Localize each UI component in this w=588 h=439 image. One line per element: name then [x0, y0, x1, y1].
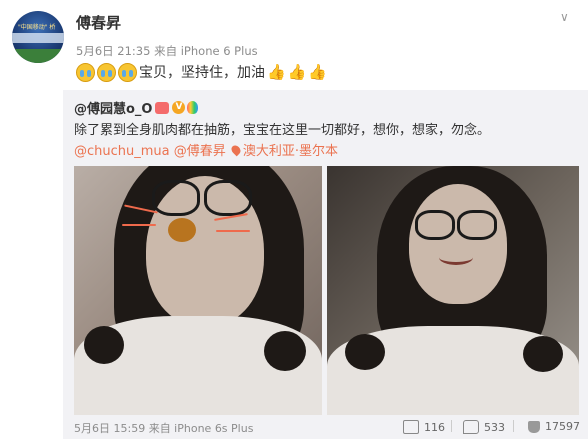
whisker	[122, 224, 156, 226]
thumbs-up-emoji-icon: 👍	[267, 63, 286, 81]
location-text: 澳大利亚·墨尔本	[242, 144, 339, 159]
like-icon	[528, 420, 540, 433]
author-name[interactable]: 傅春昇	[76, 12, 121, 33]
avatar-ground	[12, 49, 64, 63]
post-text-content: 宝贝，坚持住，加油	[139, 65, 265, 81]
repost-author[interactable]: @傅园慧o_O	[74, 98, 152, 117]
like-action[interactable]: 17597	[528, 420, 580, 433]
glasses	[457, 210, 497, 240]
verified-badge-icon: V	[172, 101, 186, 114]
thumbs-up-emoji-icon: 👍	[287, 63, 307, 81]
comment-icon	[463, 420, 479, 434]
repost-author-row: @傅园慧o_O V	[74, 98, 199, 117]
post-text: 宝贝，坚持住，加油 👍 👍 👍	[76, 62, 327, 82]
action-separator	[503, 420, 524, 432]
repost-icon	[403, 420, 419, 434]
repost-text: 除了累到全身肌肉都在抽筋，宝宝在这里一切都好，想你，想家，勿念。 @chuchu_…	[74, 120, 579, 162]
panda-ear	[84, 326, 124, 364]
separator	[513, 420, 514, 432]
separator	[451, 420, 452, 432]
cat-nose-sticker	[168, 218, 196, 242]
panda-ear	[523, 336, 563, 372]
comment-count: 533	[484, 420, 505, 434]
thumbs-up-emoji-icon: 👍	[308, 63, 328, 81]
comment-action[interactable]: 533	[463, 420, 505, 434]
crying-face-emoji-icon	[76, 62, 95, 82]
balloon-badge-icon	[187, 101, 199, 114]
action-separator	[441, 420, 462, 432]
glasses	[204, 180, 252, 216]
mention-fuchunsheng[interactable]: @傅春昇	[174, 144, 226, 159]
location-link[interactable]: 澳大利亚·墨尔本	[229, 143, 339, 159]
crying-face-emoji-icon	[118, 62, 137, 82]
post-meta: 5月6日 21:35 来自 iPhone 6 Plus	[76, 44, 258, 58]
photo-2[interactable]	[327, 166, 579, 415]
author-avatar[interactable]: "中国移动" 桥	[12, 11, 64, 63]
repost-card: @傅园慧o_O V 除了累到全身肌肉都在抽筋，宝宝在这里一切都好，想你，想家，勿…	[63, 90, 588, 439]
smile	[439, 250, 473, 265]
avatar-text: "中国移动" 桥	[18, 24, 56, 31]
repost-action[interactable]: 116	[403, 420, 445, 434]
panda-ear	[345, 334, 385, 370]
whisker	[216, 230, 250, 232]
glasses	[415, 210, 455, 240]
repost-text-content: 除了累到全身肌肉都在抽筋，宝宝在这里一切都好，想你，想家，勿念。	[74, 123, 491, 138]
crying-face-emoji-icon	[97, 62, 116, 82]
panda-ear	[264, 331, 306, 371]
glasses	[152, 180, 200, 216]
photo-1[interactable]	[74, 166, 322, 415]
face	[409, 184, 507, 304]
member-badge-icon	[155, 101, 170, 114]
location-pin-icon	[229, 143, 243, 157]
avatar-banner	[12, 33, 64, 43]
repost-meta: 5月6日 15:59 来自 iPhone 6s Plus	[74, 422, 254, 435]
like-count: 17597	[545, 420, 580, 433]
mention-chuchu[interactable]: @chuchu_mua	[74, 144, 170, 159]
post-menu-arrow[interactable]: ∨	[560, 10, 569, 24]
